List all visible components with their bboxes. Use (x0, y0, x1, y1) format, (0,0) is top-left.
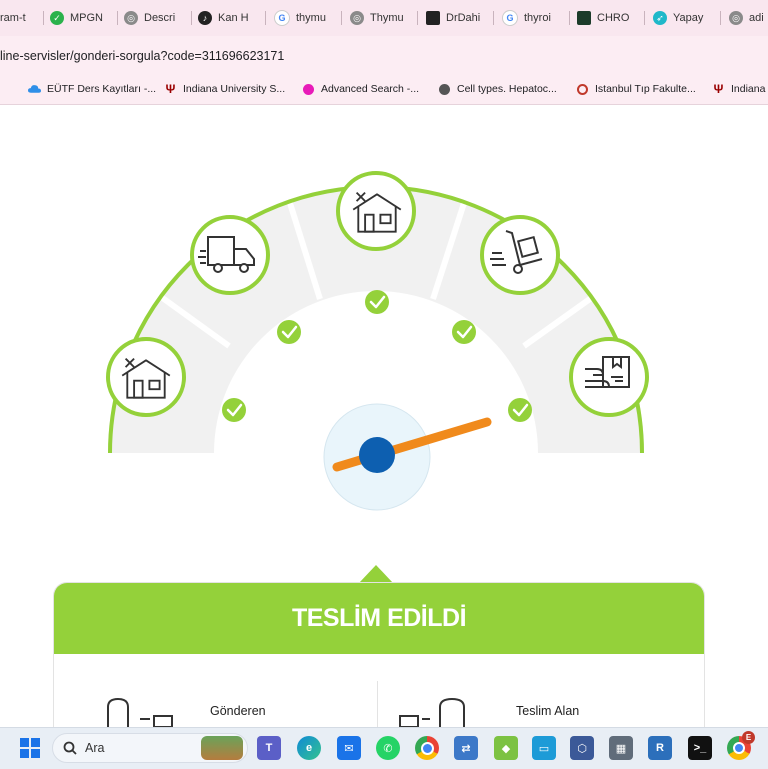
google-icon: G (274, 10, 290, 26)
browser-tab[interactable]: DrDahi (426, 7, 494, 29)
network-icon[interactable]: ⇄ (454, 736, 478, 760)
tab-strip: ram-t ✓ MPGN ◎ Descri ♪ Kan H G thymu ◎ … (0, 0, 768, 36)
magenta-dot-icon (302, 83, 315, 96)
browser-tab[interactable]: CHRO (577, 7, 645, 29)
browser-tab[interactable]: ◎ adi (729, 7, 768, 29)
bookmark-item[interactable]: Ψ Indiana University S... (164, 81, 286, 97)
seal-icon (576, 83, 589, 96)
bookmark-item[interactable]: Advanced Search -... (302, 81, 419, 97)
iu-logo-icon: Ψ (713, 82, 724, 96)
bookmark-item[interactable]: Ψ Indiana (712, 81, 766, 97)
dark-square-icon (426, 11, 440, 25)
virtualbox-icon[interactable]: ⬡ (570, 736, 594, 760)
bookmarks-bar: EÜTF Ders Kayıtları -... Ψ Indiana Unive… (0, 74, 768, 105)
mail-icon[interactable]: ✉ (337, 736, 361, 760)
delivery-gauge (106, 171, 649, 511)
globe-icon (438, 83, 451, 96)
browser-tab[interactable]: ◎ Thymu (350, 7, 418, 29)
r-icon[interactable]: R (648, 736, 672, 760)
bookmark-item[interactable]: Cell types. Hepatoc... (438, 81, 557, 97)
browser-tab[interactable]: ♪ Kan H (198, 7, 266, 29)
globe-icon: ◎ (350, 11, 364, 25)
url-text[interactable]: line-servisler/gonderi-sorgula?code=3116… (0, 36, 284, 74)
monitor-icon[interactable]: ▭ (532, 736, 556, 760)
globe-icon: ◎ (124, 11, 138, 25)
chrome-profile-icon[interactable]: E (727, 731, 755, 760)
bookmark-item[interactable]: EÜTF Ders Kayıtları -... (28, 81, 156, 97)
receiver-label: Teslim Alan (516, 704, 580, 718)
step-distribution-center (336, 171, 416, 251)
android-icon[interactable]: ◆ (494, 736, 518, 760)
step-in-transit (190, 215, 270, 295)
step-origin-warehouse (106, 337, 186, 417)
gauge-hub (359, 437, 395, 473)
step-out-for-delivery (480, 215, 560, 295)
google-icon: G (502, 10, 518, 26)
iu-logo-icon: Ψ (165, 82, 176, 96)
status-title: TESLİM EDİLDİ (291, 604, 467, 632)
browser-tab[interactable]: ram-t (0, 7, 44, 29)
sender-icon (107, 697, 173, 727)
start-icon[interactable] (18, 736, 42, 760)
browser-tab[interactable]: G thymu (274, 7, 342, 29)
receiver-icon (399, 697, 465, 727)
browser-tab[interactable]: G thyroi (502, 7, 570, 29)
widgets-icon[interactable] (201, 736, 243, 760)
calculator-icon[interactable]: ▦ (609, 736, 633, 760)
taskbar-search[interactable]: Ara (52, 733, 248, 763)
tiktok-icon: ♪ (198, 11, 212, 25)
teams-icon[interactable]: T (257, 736, 281, 760)
edge-icon[interactable]: e (297, 736, 321, 760)
sender-label: Gönderen (210, 704, 266, 718)
chron-icon (577, 11, 591, 25)
status-header: TESLİM EDİLDİ (54, 583, 704, 654)
bird-icon: ➶ (653, 11, 667, 25)
browser-tab[interactable]: ➶ Yapay (653, 7, 721, 29)
taskbar: Ara T e ✉ ✆ ⇄ ◆ ▭ ⬡ ▦ R >_ E (0, 727, 768, 769)
chrome-icon[interactable] (415, 736, 439, 760)
step-check-icon (222, 398, 246, 422)
globe-icon: ◎ (729, 11, 743, 25)
green-circle-icon: ✓ (50, 11, 64, 25)
notification-badge: E (742, 731, 755, 744)
step-check-icon (452, 320, 476, 344)
step-check-icon (508, 398, 532, 422)
status-notch (359, 565, 393, 583)
address-bar[interactable]: line-servisler/gonderi-sorgula?code=3116… (0, 36, 768, 74)
browser-tab[interactable]: ◎ Descri (124, 7, 192, 29)
party-divider (377, 681, 378, 727)
search-icon (63, 741, 77, 755)
step-check-icon (277, 320, 301, 344)
cloud-icon (28, 83, 41, 96)
terminal-icon[interactable]: >_ (688, 736, 712, 760)
bookmark-item[interactable]: Istanbul Tıp Fakulte... (576, 81, 696, 97)
browser-tab[interactable]: ✓ MPGN (50, 7, 118, 29)
step-check-icon (365, 290, 389, 314)
step-delivered (569, 337, 649, 417)
whatsapp-icon[interactable]: ✆ (376, 736, 400, 760)
